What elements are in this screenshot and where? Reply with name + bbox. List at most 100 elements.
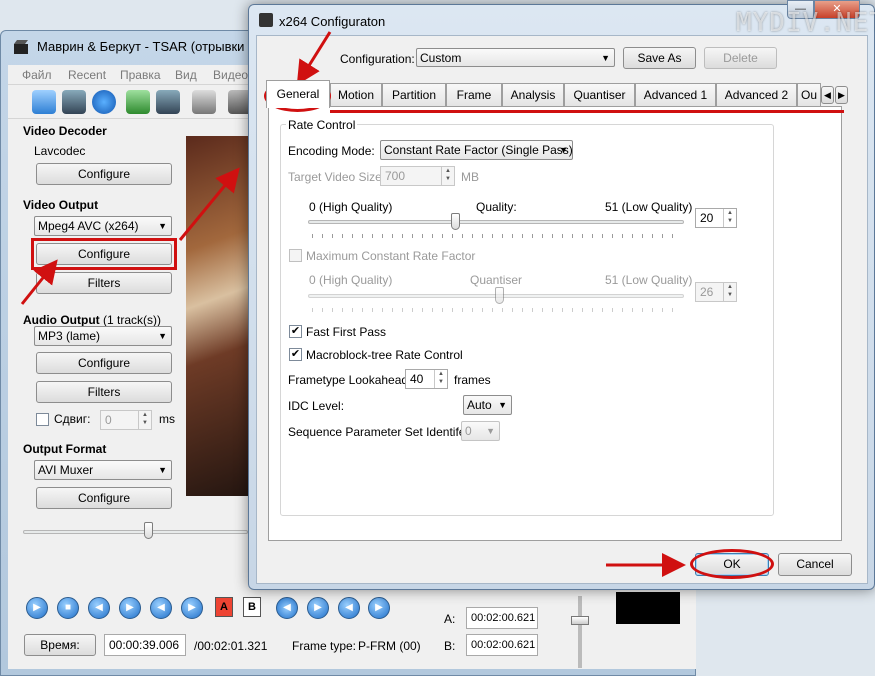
quantiser-min-label: 0 (High Quality) <box>309 273 393 287</box>
go-to-marker-b-icon[interactable]: ▶ <box>307 597 329 619</box>
sps-id-select[interactable]: 0 ▼ <box>461 421 500 441</box>
tab-advanced-1[interactable]: Advanced 1 <box>635 83 716 107</box>
shift-label: Сдвиг: <box>54 412 91 426</box>
tab-advanced-2[interactable]: Advanced 2 <box>716 83 797 107</box>
audio-output-filters-button[interactable]: Filters <box>36 381 172 403</box>
marker-b-label: B: <box>444 639 456 653</box>
menu-video[interactable]: Видео <box>213 68 248 82</box>
menu-file[interactable]: Файл <box>22 68 52 82</box>
video-decoder-label: Video Decoder <box>23 124 107 138</box>
menu-edit[interactable]: Правка <box>120 68 161 82</box>
spin-arrows-icon[interactable]: ▲ ▼ <box>723 209 736 227</box>
quality-slider-track[interactable] <box>308 220 684 224</box>
audio-output-selected: MP3 (lame) <box>38 329 101 343</box>
info-icon[interactable] <box>92 90 116 114</box>
fast-forward-icon[interactable]: ▶ <box>181 597 203 619</box>
shift-field[interactable]: 0 ▲ ▼ <box>100 410 152 430</box>
rewind-icon[interactable]: ◀ <box>150 597 172 619</box>
target-size-field[interactable]: 700 ▲ ▼ <box>380 166 455 186</box>
shift-checkbox[interactable] <box>36 413 49 426</box>
open-image-icon[interactable] <box>126 90 150 114</box>
calculator-icon[interactable] <box>192 90 216 114</box>
previous-frame-icon[interactable]: ◀ <box>88 597 110 619</box>
fast-first-pass-label: Fast First Pass <box>306 325 387 339</box>
save-icon[interactable] <box>62 90 86 114</box>
tab-scroll-left-icon[interactable]: ◀ <box>821 86 834 104</box>
configuration-select[interactable]: Custom ▼ <box>416 48 615 67</box>
chevron-down-icon: ▼ <box>559 145 568 155</box>
chevron-down-icon: ▼ <box>158 331 167 341</box>
audio-output-configure-button[interactable]: Configure <box>36 352 172 374</box>
video-decoder-codec: Lavcodec <box>34 144 86 158</box>
tab-output[interactable]: Ou <box>797 83 821 107</box>
go-to-marker-a-icon[interactable]: ◀ <box>276 597 298 619</box>
idc-level-select[interactable]: Auto ▼ <box>463 395 512 415</box>
target-size-label: Target Video Size: <box>288 170 386 184</box>
play-icon[interactable]: ▶ <box>26 597 48 619</box>
menu-recent[interactable]: Recent <box>68 68 106 82</box>
cancel-button[interactable]: Cancel <box>778 553 852 576</box>
quality-max-label: 51 (Low Quality) <box>605 200 693 214</box>
time-button[interactable]: Время: <box>24 634 96 656</box>
lookahead-unit: frames <box>454 373 491 387</box>
lookahead-spinbox[interactable]: 40 ▲ ▼ <box>405 369 448 389</box>
open-folder-icon[interactable] <box>32 90 56 114</box>
spin-arrows-icon[interactable]: ▲ ▼ <box>138 411 151 429</box>
tab-motion[interactable]: Motion <box>330 83 382 107</box>
audio-track-count: (1 track(s)) <box>102 313 161 327</box>
menu-view[interactable]: Вид <box>175 68 197 82</box>
tab-scroll-right-icon[interactable]: ▶ <box>835 86 848 104</box>
seek-track[interactable] <box>23 530 248 534</box>
audio-meter <box>616 592 680 624</box>
video-decoder-configure-button[interactable]: Configure <box>36 163 172 185</box>
tab-quantiser[interactable]: Quantiser <box>564 83 635 107</box>
quantiser-label: Quantiser <box>470 273 523 287</box>
marker-a-button[interactable]: A <box>215 597 233 617</box>
video-output-filters-button[interactable]: Filters <box>36 272 172 294</box>
output-format-configure-button[interactable]: Configure <box>36 487 172 509</box>
encoding-mode-select[interactable]: Constant Rate Factor (Single Pass) ▼ <box>380 140 573 160</box>
volume-track[interactable] <box>578 596 582 668</box>
chevron-down-icon: ▼ <box>158 221 167 231</box>
frame-type-value: P-FRM (00) <box>358 639 421 653</box>
mb-tree-checkbox[interactable]: ✔ <box>289 348 302 361</box>
chevron-down-icon: ▼ <box>486 426 495 436</box>
save-as-button[interactable]: Save As <box>623 47 696 69</box>
output-format-selected: AVI Muxer <box>38 463 94 477</box>
tab-general[interactable]: General <box>266 80 330 108</box>
sps-id-selected: 0 <box>465 424 472 438</box>
video-output-select[interactable]: Mpeg4 AVC (x264) ▼ <box>34 216 172 236</box>
previous-keyframe-icon[interactable]: ◀ <box>338 597 360 619</box>
next-frame-icon[interactable]: ▶ <box>119 597 141 619</box>
volume-thumb[interactable] <box>571 616 589 625</box>
save-image-icon[interactable] <box>156 90 180 114</box>
next-keyframe-icon[interactable]: ▶ <box>368 597 390 619</box>
delete-button[interactable]: Delete <box>704 47 777 69</box>
chevron-down-icon: ▼ <box>601 53 610 63</box>
marker-b-button[interactable]: B <box>243 597 261 617</box>
tab-analysis[interactable]: Analysis <box>502 83 564 107</box>
quantiser-max-label: 51 (Low Quality) <box>605 273 693 287</box>
spin-arrows-icon[interactable]: ▲ ▼ <box>434 370 447 388</box>
max-crf-checkbox[interactable] <box>289 249 302 262</box>
stop-icon[interactable]: ■ <box>57 597 79 619</box>
shift-unit: ms <box>159 412 175 426</box>
quantiser-slider-thumb[interactable] <box>495 287 505 304</box>
spin-arrows-icon[interactable]: ▲ ▼ <box>723 283 736 301</box>
chevron-down-icon: ▼ <box>158 465 167 475</box>
watermark: MYDIV.NET <box>736 8 875 38</box>
quality-spinbox[interactable]: 20 ▲ ▼ <box>695 208 737 228</box>
quality-slider-thumb[interactable] <box>451 213 461 230</box>
video-preview <box>186 136 256 496</box>
seek-thumb[interactable] <box>144 522 153 539</box>
tab-partition[interactable]: Partition <box>382 83 446 107</box>
quantiser-spinbox[interactable]: 26 ▲ ▼ <box>695 282 737 302</box>
max-crf-label: Maximum Constant Rate Factor <box>306 249 476 263</box>
current-time-field[interactable]: 00:00:39.006 <box>104 634 186 656</box>
spin-arrows-icon[interactable]: ▲ ▼ <box>441 167 454 185</box>
fast-first-pass-checkbox[interactable]: ✔ <box>289 325 302 338</box>
quality-min-label: 0 (High Quality) <box>309 200 393 214</box>
output-format-select[interactable]: AVI Muxer ▼ <box>34 460 172 480</box>
audio-output-select[interactable]: MP3 (lame) ▼ <box>34 326 172 346</box>
tab-frame[interactable]: Frame <box>446 83 502 107</box>
